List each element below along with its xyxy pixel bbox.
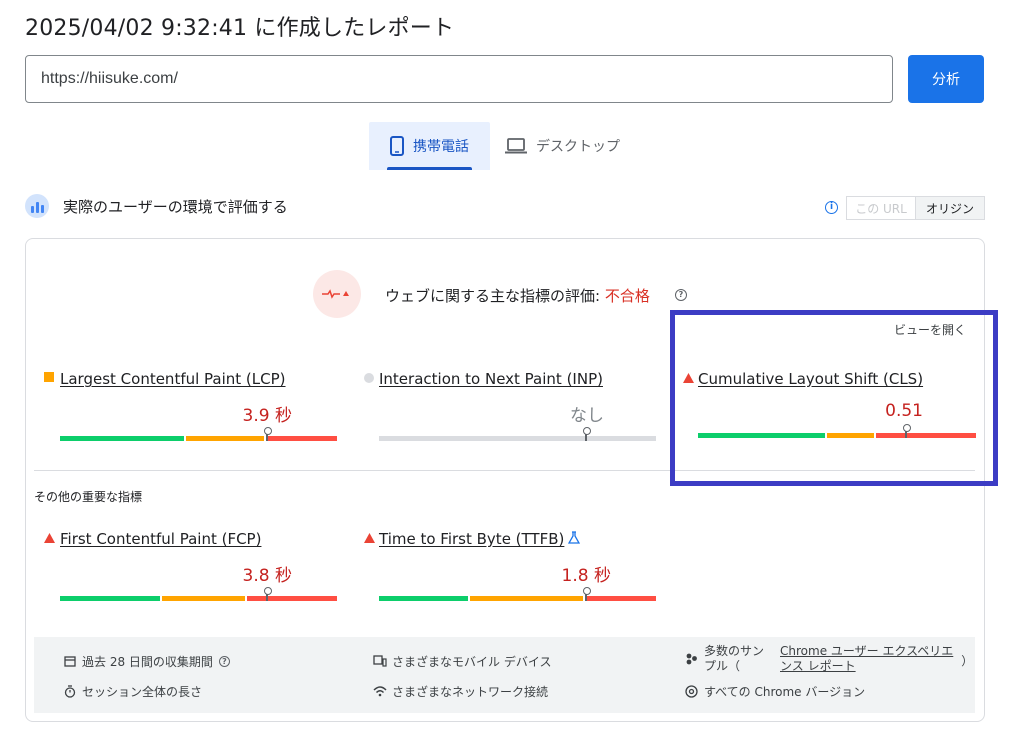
info-icon[interactable]: i [825, 201, 838, 214]
assessment-label: ウェブに関する主な指標の評価: [385, 287, 605, 305]
footer-samples-suffix: ） [961, 654, 974, 668]
metric-inp-bar [379, 436, 656, 441]
smartphone-icon [390, 136, 404, 156]
tab-active-indicator [387, 167, 472, 170]
metric-inp-value: なし [570, 406, 604, 426]
poor-triangle-icon [681, 373, 695, 385]
crux-report-link[interactable]: Chrome ユーザー エクスペリエ ンス レポート [780, 644, 953, 674]
footer-chrome-versions: すべての Chrome バージョン [685, 683, 865, 700]
footer-session-label: セッション全体の長さ [82, 685, 203, 699]
people-icon [685, 652, 698, 665]
wifi-icon [373, 685, 387, 698]
tab-mobile-label: 携帯電話 [413, 139, 469, 155]
footer-session: セッション全体の長さ [63, 683, 202, 700]
no-data-circle-icon [362, 373, 376, 385]
metric-ttfb-value: 1.8 秒 [561, 566, 611, 586]
metric-cls-name[interactable]: Cumulative Layout Shift (CLS) [698, 370, 923, 388]
metric-fcp-marker [264, 587, 272, 601]
metric-ttfb-bar [379, 596, 656, 601]
help-icon[interactable]: ? [675, 289, 687, 301]
footer-devices: さまざまなモバイル デバイス [373, 653, 551, 670]
poor-triangle-icon [42, 533, 56, 545]
metric-cls-value: 0.51 [885, 401, 923, 421]
metric-lcp-marker [264, 427, 272, 441]
metric-ttfb-name[interactable]: Time to First Byte (TTFB) [379, 530, 564, 548]
metric-inp-name[interactable]: Interaction to Next Paint (INP) [379, 370, 603, 388]
toggle-origin[interactable]: オリジン [916, 196, 985, 220]
assessment-fail-icon [313, 270, 361, 318]
field-data-header: 実際のユーザーの環境で評価する [25, 194, 288, 218]
help-icon[interactable]: ? [218, 656, 230, 667]
footer-samples-text: 多数のサン プル（ [704, 644, 764, 674]
tab-mobile[interactable]: 携帯電話 [369, 122, 490, 170]
experimental-flask-icon [567, 531, 581, 546]
footer-samples-prefix: 多数のサン [704, 644, 765, 658]
laptop-icon [505, 138, 527, 154]
footer-network: さまざまなネットワーク接続 [373, 683, 548, 700]
other-metrics-title: その他の重要な指標 [34, 490, 143, 504]
assessment-result: 不合格 [604, 287, 650, 305]
metric-fcp-value: 3.8 秒 [242, 566, 292, 586]
footer-devices-label: さまざまなモバイル デバイス [392, 655, 552, 669]
metric-ttfb-marker [583, 587, 591, 601]
footer-samples-prefix2: プル（ [704, 659, 741, 673]
chrome-icon [685, 685, 698, 698]
section-divider [34, 470, 975, 471]
users-chart-icon [25, 194, 49, 218]
devices-icon [373, 655, 387, 668]
calendar-icon [63, 655, 76, 668]
metric-fcp-name[interactable]: First Contentful Paint (FCP) [60, 530, 261, 548]
metric-lcp-bar [60, 436, 337, 441]
stopwatch-icon [63, 685, 76, 698]
field-data-title: 実際のユーザーの環境で評価する [63, 197, 288, 216]
core-web-vitals-assessment: ウェブに関する主な指標の評価: 不合格 [385, 285, 650, 306]
footer-period-label: 過去 28 日間の収集期間 [82, 655, 213, 669]
footer-chrome-versions-label: すべての Chrome バージョン [704, 685, 866, 699]
metric-fcp-bar [60, 596, 337, 601]
footer-period: 過去 28 日間の収集期間 ? [63, 653, 230, 670]
tab-desktop[interactable]: デスクトップ [505, 122, 630, 170]
footer-samples: 多数のサン プル（ Chrome ユーザー エクスペリエ ンス レポート ） [685, 644, 973, 674]
toggle-this-url: この URL [846, 196, 916, 220]
metric-lcp-value: 3.9 秒 [242, 406, 292, 426]
url-input[interactable] [25, 55, 893, 103]
analyze-button[interactable]: 分析 [908, 55, 984, 103]
url-origin-toggle: この URL オリジン [846, 196, 985, 220]
report-title: 2025/04/02 9:32:41 に作成したレポート [25, 16, 455, 41]
metric-inp-marker [583, 427, 591, 441]
poor-triangle-icon [362, 533, 376, 545]
metric-cls-marker [903, 424, 911, 438]
metric-lcp-name[interactable]: Largest Contentful Paint (LCP) [60, 370, 286, 388]
footer-network-label: さまざまなネットワーク接続 [392, 685, 549, 699]
metric-cls-bar [698, 433, 976, 438]
tab-desktop-label: デスクトップ [536, 139, 620, 155]
open-view-link[interactable]: ビューを開く [894, 321, 966, 338]
needs-improvement-square-icon [42, 372, 56, 384]
